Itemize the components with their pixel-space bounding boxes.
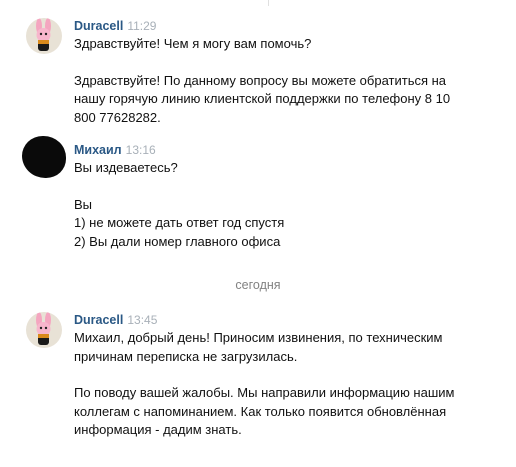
message-header: Duracell 11:29	[74, 18, 506, 35]
duracell-avatar[interactable]	[26, 312, 62, 348]
message-text: 1) не можете дать ответ год спустя	[74, 215, 285, 230]
author-name[interactable]: Михаил	[74, 143, 122, 157]
message-text: Михаил, добрый день! Приносим извинения,…	[74, 330, 443, 345]
message-text: 800 77628282.	[74, 109, 161, 125]
message-text: информация - дадим знать.	[74, 422, 242, 437]
message-text: 2) Вы дали номер главного офиса	[74, 233, 281, 249]
date-separator: сегодня	[235, 278, 281, 292]
message-header: Михаил 13:16	[74, 142, 506, 159]
duracell-avatar[interactable]	[26, 18, 62, 54]
message-header: Duracell 13:45	[74, 312, 506, 329]
message-text: По поводу вашей жалобы. Мы направили инф…	[74, 385, 455, 400]
author-name[interactable]: Duracell	[74, 19, 123, 33]
message-time[interactable]: 11:29	[127, 19, 156, 33]
message-text: нашу горячую линию клиентской поддержки …	[74, 91, 451, 106]
message-time[interactable]: 13:45	[127, 313, 157, 327]
top-divider	[268, 0, 269, 6]
redacted-avatar-icon[interactable]	[22, 136, 66, 178]
message-text: Вы	[74, 196, 93, 212]
message-text: коллегам с напоминанием. Как только появ…	[74, 403, 447, 419]
message-text: Здравствуйте! Чем я могу вам помочь?	[74, 36, 312, 51]
message-time[interactable]: 13:16	[126, 143, 156, 157]
pink-bunny-avatar-icon	[36, 18, 51, 51]
message-text: Вы издеваетесь?	[74, 160, 178, 175]
pink-bunny-avatar-icon	[36, 312, 51, 345]
author-name[interactable]: Duracell	[74, 313, 123, 327]
message-text: Здравствуйте! По данному вопросу вы може…	[74, 72, 447, 88]
message-text: причинам переписка не загрузилась.	[74, 348, 298, 364]
